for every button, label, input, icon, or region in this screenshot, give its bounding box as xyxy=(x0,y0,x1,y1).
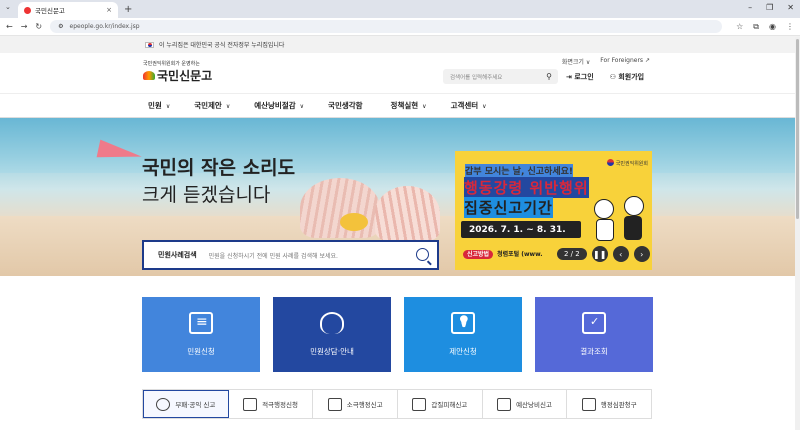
page-scrollbar[interactable] xyxy=(795,37,800,430)
chevron-down-icon: ∨ xyxy=(482,103,487,110)
banner-line3: 집중신고기간 xyxy=(464,197,553,218)
gov-notice-bar: 이 누리집은 대한민국 공식 전자정부 누리집입니다 xyxy=(0,36,800,53)
report-corruption[interactable]: 부패·공익 신고 xyxy=(143,390,229,418)
lightbulb-icon xyxy=(451,312,475,334)
search-icon[interactable]: ⚲ xyxy=(546,72,552,81)
hero-section: 국민의 작은 소리도 크게 듣겠습니다 민원사례검색 민원을 신청하시기 전에 … xyxy=(0,118,800,276)
report-active-admin[interactable]: 적극행정신청 xyxy=(229,390,314,418)
close-tab-icon[interactable]: × xyxy=(106,6,112,14)
gov-notice-text: 이 누리집은 대한민국 공식 전자정부 누리집입니다 xyxy=(159,42,285,49)
megaphone-icon xyxy=(412,397,427,411)
mask-icon xyxy=(497,397,512,411)
nav-item-thoughts[interactable]: 국민생각함 xyxy=(328,100,367,111)
tab-title: 국민신문고 xyxy=(35,7,65,15)
report-budget-waste[interactable]: 예산낭비신고 xyxy=(483,390,568,418)
signup-button[interactable]: ⚇ 회원가입 xyxy=(610,72,644,82)
chevron-down-icon: ∨ xyxy=(165,103,171,110)
banner-line1: 갑부 모시는 날, 신고하세요! xyxy=(465,164,574,177)
banner-controls: 2 / 2 ❚❚ ‹ › xyxy=(557,246,650,262)
pause-icon[interactable]: ❚❚ xyxy=(591,246,608,262)
browser-tab[interactable]: 국민신문고 × xyxy=(18,2,118,18)
report-tabs: 부패·공익 신고 적극행정신청 소극행정신고 갑질피해신고 예산낭비신고 행정심… xyxy=(142,389,652,419)
omnibox[interactable]: ⚙ epeople.go.kr/index.jsp xyxy=(50,20,723,33)
close-window-icon[interactable]: ✕ xyxy=(787,3,794,12)
login-button[interactable]: ⇥ 로그인 xyxy=(566,72,594,82)
case-search-box[interactable]: 민원사례검색 민원을 신청하시기 전에 민원 사례를 검색해 보세요. xyxy=(142,240,439,270)
url-text: epeople.go.kr/index.jsp xyxy=(69,23,140,30)
headset-icon xyxy=(320,312,344,334)
shell-image xyxy=(375,186,440,241)
report-gapjil[interactable]: 갑질피해신고 xyxy=(398,390,483,418)
browser-tab-strip: ⌄ 국민신문고 × + – ❐ ✕ xyxy=(0,0,800,18)
favicon-icon xyxy=(24,6,31,14)
banner-line2: 행동강령 위반행위 xyxy=(464,177,589,198)
hand-pointer-icon xyxy=(243,397,258,411)
nav-item-customer[interactable]: 고객센터 ∨ xyxy=(451,100,487,111)
chevron-down-icon: ∨ xyxy=(299,103,305,110)
case-search-label: 민원사례검색 xyxy=(158,251,197,259)
site-logo[interactable]: 국민권익위원회가 운영하는 국민신문고 xyxy=(143,60,212,84)
gavel-icon xyxy=(581,397,596,411)
chevron-down-icon: ∨ xyxy=(225,103,231,110)
search-icon[interactable] xyxy=(416,248,429,261)
banner-page-indicator: 2 / 2 xyxy=(557,248,587,260)
logo-title: 국민신문고 xyxy=(157,69,213,83)
case-search-input[interactable]: 민원을 신청하시기 전에 민원 사례를 검색해 보세요. xyxy=(209,251,338,260)
address-bar-row: ← → ↻ ⚙ epeople.go.kr/index.jsp ☆ ⧉ ◉ ⋮ xyxy=(0,18,800,36)
extensions-icon[interactable]: ⧉ xyxy=(753,22,759,32)
money-bag-icon xyxy=(156,397,171,411)
menu-icon[interactable]: ⋮ xyxy=(786,22,794,32)
shell-image xyxy=(340,213,368,231)
minimize-icon[interactable]: – xyxy=(748,3,752,12)
report-admin-appeal[interactable]: 행정심판청구 xyxy=(567,390,651,418)
prev-icon[interactable]: ‹ xyxy=(612,246,629,262)
site-search-input[interactable]: 검색어를 입력해주세요 ⚲ xyxy=(443,69,558,84)
shell-image xyxy=(300,178,380,238)
window-controls: – ❐ ✕ xyxy=(748,3,794,12)
nav-item-minwon[interactable]: 민원 ∨ xyxy=(148,100,170,111)
foreigners-link[interactable]: For Foreigners ↗ xyxy=(600,57,650,66)
reload-icon[interactable]: ↻ xyxy=(35,22,42,31)
document-icon xyxy=(189,312,213,334)
report-passive-admin[interactable]: 소극행정신고 xyxy=(313,390,399,418)
logo-mark-icon xyxy=(143,71,155,80)
nav-item-proposal[interactable]: 국민제안 ∨ xyxy=(194,100,230,111)
nav-item-policy[interactable]: 정책실현 ∨ xyxy=(391,100,427,111)
tile-result[interactable]: 결과조회 xyxy=(535,297,653,372)
banner-org: 국민권익위원회 xyxy=(607,159,648,167)
chevron-down-icon: ∨ xyxy=(422,103,427,110)
profile-icon[interactable]: ◉ xyxy=(769,22,776,32)
next-icon[interactable]: › xyxy=(633,246,650,262)
tile-proposal[interactable]: 제안신청 xyxy=(404,297,522,372)
tile-apply[interactable]: 민원신청 xyxy=(142,297,260,372)
bookmark-star-icon[interactable]: ☆ xyxy=(736,22,743,32)
forward-icon[interactable]: → xyxy=(21,22,28,31)
banner-date: 2026. 7. 1. ~ 8. 31. xyxy=(461,221,581,238)
hero-headline: 국민의 작은 소리도 크게 듣겠습니다 xyxy=(142,157,296,206)
banner-method: 신고방법 청렴포털 (www. xyxy=(463,249,543,259)
service-tiles: 민원신청 민원상담·안내 제안신청 결과조회 xyxy=(142,297,653,372)
back-icon[interactable]: ← xyxy=(6,22,13,31)
tile-consult[interactable]: 민원상담·안내 xyxy=(273,297,391,372)
tab-search-icon[interactable]: ⌄ xyxy=(5,3,11,11)
monitor-icon xyxy=(327,397,342,411)
logo-subtitle: 국민권익위원회가 운영하는 xyxy=(143,61,200,67)
new-tab-button[interactable]: + xyxy=(124,4,132,15)
nav-item-budget[interactable]: 예산낭비절감 ∨ xyxy=(254,100,304,111)
main-nav: 민원 ∨ 국민제안 ∨ 예산낭비절감 ∨ 국민생각함 정책실현 ∨ 고객센터 ∨ xyxy=(0,93,800,118)
site-header: 국민권익위원회가 운영하는 국민신문고 화면크기 ∨ For Foreigner… xyxy=(0,53,800,93)
font-size-link[interactable]: 화면크기 ∨ xyxy=(562,57,590,66)
site-info-icon[interactable]: ⚙ xyxy=(58,23,63,30)
korea-flag-icon xyxy=(145,41,154,48)
monitor-check-icon xyxy=(582,312,606,334)
cartoon-people-icon xyxy=(594,191,644,246)
search-placeholder: 검색어를 입력해주세요 xyxy=(450,74,503,81)
restore-icon[interactable]: ❐ xyxy=(766,3,773,12)
